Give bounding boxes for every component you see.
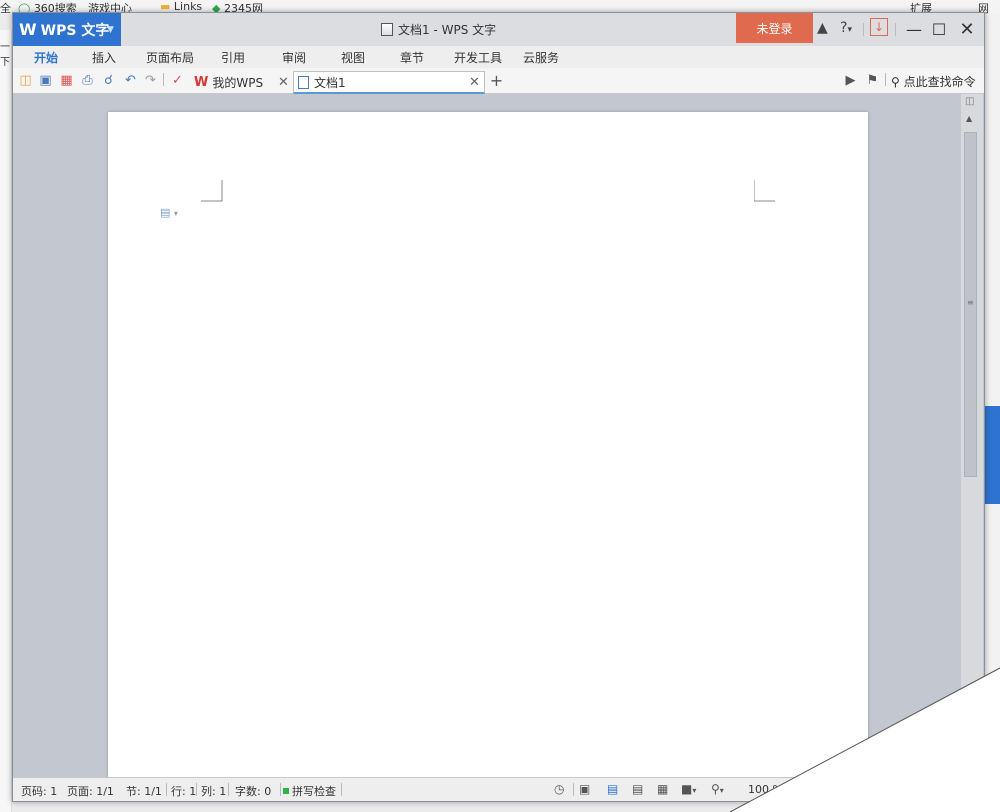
close-tab-icon[interactable]: ✕ — [469, 75, 480, 90]
save-icon[interactable]: ▣ — [38, 73, 53, 88]
status-word-count[interactable]: 字数: 0 — [235, 783, 271, 799]
tab-my-wps[interactable]: W 我的WPS ✕ — [194, 71, 304, 94]
document-icon — [381, 23, 393, 36]
menu-page-layout[interactable]: 页面布局 — [146, 49, 194, 66]
outline-view-icon[interactable]: ▤ — [632, 782, 643, 796]
browser-left-edge: 一下 — [0, 30, 12, 812]
spell-check-status-icon — [283, 788, 289, 794]
menu-view[interactable]: 视图 — [341, 49, 365, 66]
document-icon — [298, 75, 309, 89]
redo-icon[interactable]: ↷ — [143, 73, 158, 88]
title-separator — [895, 23, 896, 36]
print-icon[interactable]: ⎙ — [80, 73, 95, 88]
status-pages: 页面: 1/1 — [67, 785, 114, 798]
document-page[interactable]: ▤ ▾ — [108, 112, 868, 782]
page-view-icon[interactable]: ▤ — [607, 782, 618, 796]
bookmark-fragment[interactable]: 全 — [0, 0, 11, 14]
grip-icon: ≡ — [967, 298, 974, 307]
scrollbar-thumb[interactable]: ≡ — [964, 132, 977, 477]
status-section: 节: 1/1 — [126, 785, 162, 798]
title-separator — [863, 23, 864, 36]
quick-access-toolbar: ◫ ▣ ▦ ⎙ ☌ ↶ ↷ ✓ W 我的WPS ✕ 文档1 ✕ + ▶ ⚑ ⚲ … — [13, 68, 984, 94]
menu-insert[interactable]: 插入 — [92, 49, 116, 66]
tab-document1[interactable]: 文档1 ✕ — [293, 71, 485, 94]
document-workspace: ▤ ▾ — [13, 94, 961, 782]
app-menu-button[interactable]: W WPS 文字 ▼ — [13, 13, 121, 46]
status-line: 行: 1 — [171, 785, 197, 798]
wps-window: W WPS 文字 ▼ 文档1 - WPS 文字 未登录 ▲ ?▾ ↓ — ☐ ✕… — [12, 12, 985, 802]
history-icon[interactable]: ◷ — [554, 782, 564, 796]
format-painter-icon[interactable]: ✓ — [170, 73, 185, 88]
margin-corner-top-left — [201, 180, 223, 202]
status-separator — [196, 783, 197, 796]
search-icon: ⚲ — [891, 75, 900, 89]
vertical-scrollbar[interactable]: ◫ ▲ ≡ — [961, 94, 983, 777]
window-title: 文档1 - WPS 文字 — [381, 21, 496, 38]
menu-chapter[interactable]: 章节 — [400, 49, 424, 66]
command-search[interactable]: ⚲ 点此查找命令 — [891, 73, 976, 90]
ribbon-menu-bar: 开始 插入 页面布局 引用 审阅 视图 章节 开发工具 云服务 — [13, 46, 984, 68]
tab-my-wps-label: 我的WPS — [212, 76, 264, 90]
status-page-code: 页码: 1 — [21, 785, 58, 798]
menu-references[interactable]: 引用 — [221, 49, 245, 66]
menu-home[interactable]: 开始 — [34, 49, 58, 66]
toolbar-separator — [163, 73, 164, 86]
eye-protect-icon[interactable]: ⚲▾ — [711, 782, 724, 796]
download-update-icon[interactable]: ↓ — [870, 18, 888, 36]
status-bar: 页码: 1 页面: 1/1 节: 1/1 行: 1 列: 1 字数: 0 拼写检… — [13, 777, 984, 801]
menu-review[interactable]: 审阅 — [282, 49, 306, 66]
help-button[interactable]: ?▾ — [840, 20, 852, 36]
feedback-icon[interactable]: ⚑ — [865, 73, 880, 88]
reading-view-icon[interactable]: ▦ — [657, 782, 668, 796]
open-folder-icon[interactable]: ◫ — [18, 73, 33, 88]
spell-check-button[interactable]: 拼写检查 — [283, 783, 336, 799]
fullscreen-icon[interactable]: ▣ — [579, 782, 590, 796]
skin-tshirt-icon[interactable]: ▲ — [817, 20, 828, 36]
share-icon[interactable]: ▶ — [843, 73, 858, 88]
zoom-level[interactable]: 100 % — [748, 783, 783, 796]
toolbar-separator — [885, 73, 886, 86]
minimize-button[interactable]: — — [900, 17, 928, 41]
margin-corner-top-right — [754, 180, 775, 202]
export-pdf-icon[interactable]: ▦ — [59, 73, 74, 88]
split-view-icon[interactable]: ◫ — [965, 96, 974, 107]
login-button[interactable]: 未登录 — [736, 13, 813, 43]
tab-document1-label: 文档1 — [314, 75, 346, 90]
title-bar: W WPS 文字 ▼ 文档1 - WPS 文字 未登录 ▲ ?▾ ↓ — ☐ ✕ — [13, 13, 984, 46]
close-tab-icon[interactable]: ✕ — [278, 75, 289, 90]
menu-cloud-service[interactable]: 云服务 — [523, 49, 559, 66]
maximize-button[interactable]: ☐ — [925, 17, 953, 41]
command-search-placeholder: 点此查找命令 — [903, 75, 976, 89]
status-separator — [573, 783, 574, 796]
menu-developer-tools[interactable]: 开发工具 — [454, 49, 502, 66]
undo-icon[interactable]: ↶ — [123, 73, 138, 88]
browser-left-fragment: 一下 — [0, 42, 10, 68]
app-name: WPS 文字 — [40, 22, 110, 39]
chevron-down-icon: ▼ — [107, 25, 114, 35]
status-separator — [341, 783, 342, 796]
print-preview-icon[interactable]: ☌ — [101, 73, 116, 88]
status-separator — [228, 783, 229, 796]
status-separator — [280, 783, 281, 796]
status-column: 列: 1 — [201, 785, 227, 798]
scroll-up-icon[interactable]: ▲ — [966, 114, 972, 123]
wps-logo-icon: W — [19, 20, 37, 39]
web-view-icon[interactable]: ■▾ — [681, 782, 696, 796]
status-separator — [166, 783, 167, 796]
wps-logo-icon: W — [194, 75, 209, 90]
paste-options-icon[interactable]: ▤ ▾ — [160, 206, 178, 219]
close-button[interactable]: ✕ — [953, 17, 981, 41]
new-tab-button[interactable]: + — [489, 73, 504, 89]
